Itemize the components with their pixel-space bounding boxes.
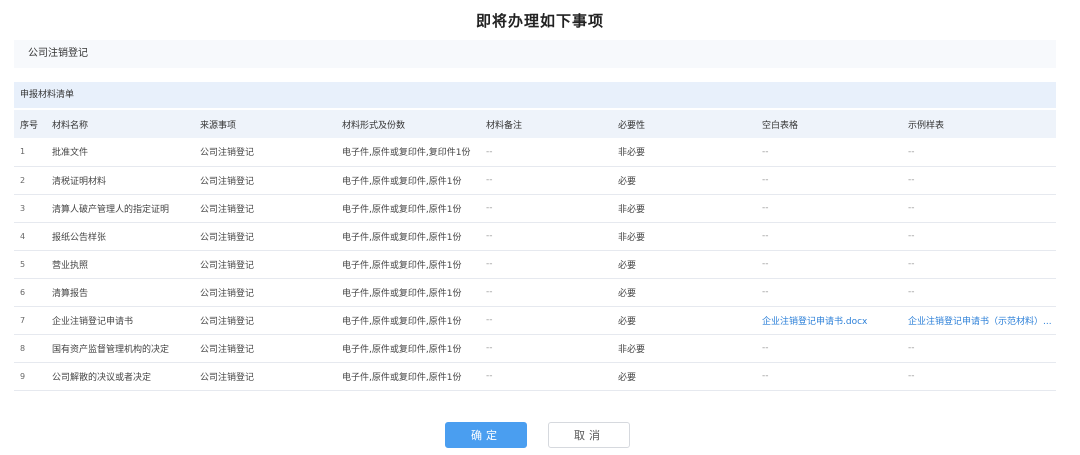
cell-necessity: 非必要	[618, 344, 646, 355]
cell-necessity: 非必要	[618, 204, 646, 215]
cell-material-name: 国有资产监督管理机构的决定	[52, 344, 170, 355]
cell-form: 电子件,原件或复印件,原件1份	[342, 260, 462, 271]
cell-index: 5	[20, 259, 26, 269]
cell-form: 电子件,原件或复印件,原件1份	[342, 204, 462, 215]
table-row: 7 企业注销登记申请书 公司注销登记 电子件,原件或复印件,原件1份 -- 必要 企业注销登…	[14, 306, 1056, 334]
cell-sample: --	[908, 203, 915, 213]
cell-blank-form: --	[762, 146, 769, 157]
column-header-source: 来源事项	[200, 120, 237, 131]
column-header-necessity: 必要性	[618, 120, 646, 131]
cell-source: 公司注销登记	[200, 344, 255, 355]
cell-form: 电子件,原件或复印件,原件1份	[342, 344, 462, 355]
cell-blank-form: --	[762, 287, 769, 297]
cell-form: 电子件,原件或复印件,原件1份	[342, 176, 462, 187]
cell-blank-form-link[interactable]: 企业注销登记申请书.docx	[756, 306, 902, 334]
cell-note: --	[486, 146, 493, 157]
cell-form: 电子件,原件或复印件,原件1份	[342, 288, 462, 299]
cell-necessity: 必要	[618, 260, 637, 271]
cell-source: 公司注销登记	[200, 260, 255, 271]
cell-sample: --	[908, 371, 915, 381]
cell-material-name: 清算人破产管理人的指定证明	[52, 204, 170, 215]
cell-source: 公司注销登记	[200, 372, 255, 383]
cell-index: 3	[20, 203, 26, 213]
cell-sample: --	[908, 175, 915, 185]
cell-source: 公司注销登记	[200, 176, 255, 187]
dialog-title: 即将办理如下事项	[475, 12, 604, 30]
column-header-index: 序号	[20, 120, 39, 131]
cell-index: 4	[20, 231, 26, 241]
cell-material-name: 清税证明材料	[52, 176, 107, 187]
cell-note: --	[486, 287, 493, 297]
cell-sample: --	[908, 343, 915, 353]
column-header-note: 材料备注	[486, 120, 523, 131]
cell-form: 电子件,原件或复印件,原件1份	[342, 372, 462, 383]
cell-material-name: 公司解散的决议或者决定	[52, 372, 152, 383]
table-row: 6 清算报告 公司注销登记 电子件,原件或复印件,原件1份 -- 必要 -- --	[14, 278, 1056, 306]
cell-necessity: 必要	[618, 372, 637, 383]
cell-index: 6	[20, 287, 26, 297]
cell-note: --	[486, 371, 493, 381]
column-header-form: 材料形式及份数	[342, 120, 406, 131]
table-row: 4 报纸公告样张 公司注销登记 电子件,原件或复印件,原件1份 -- 非必要 -- --	[14, 222, 1056, 250]
table-row: 9 公司解散的决议或者决定 公司注销登记 电子件,原件或复印件,原件1份 -- 必要 -- -…	[14, 362, 1056, 390]
cell-sample: --	[908, 146, 915, 157]
materials-table: 序号 材料名称 来源事项 材料形式及份数 材料备注 必要性 空白表格 示例样表 …	[14, 110, 1056, 391]
cell-note: --	[486, 175, 493, 185]
cell-blank-form: --	[762, 203, 769, 213]
section-title: 申报材料清单	[20, 90, 75, 100]
cell-blank-form: --	[762, 343, 769, 353]
cell-index: 9	[20, 371, 26, 381]
cell-material-name: 营业执照	[52, 260, 89, 271]
cell-sample: --	[908, 287, 915, 297]
cell-material-name: 报纸公告样张	[52, 232, 107, 243]
cell-sample: --	[908, 231, 915, 241]
cell-source: 公司注销登记	[200, 148, 255, 159]
cell-necessity: 必要	[618, 176, 637, 187]
cell-necessity: 必要	[618, 288, 637, 299]
cell-blank-form: --	[762, 231, 769, 241]
cell-form: 电子件,原件或复印件,复印件1份	[342, 148, 471, 159]
cell-blank-form: --	[762, 259, 769, 269]
cell-material-name: 企业注销登记申请书	[52, 316, 134, 327]
cancel-button[interactable]: 取消	[548, 422, 630, 448]
cell-form: 电子件,原件或复印件,原件1份	[342, 316, 462, 327]
column-header-blank-form: 空白表格	[762, 120, 799, 131]
cell-necessity: 非必要	[618, 232, 646, 243]
cell-blank-form: --	[762, 175, 769, 185]
table-row: 5 营业执照 公司注销登记 电子件,原件或复印件,原件1份 -- 必要 -- --	[14, 250, 1056, 278]
cell-source: 公司注销登记	[200, 232, 255, 243]
cell-note: --	[486, 315, 493, 325]
cell-note: --	[486, 231, 493, 241]
table-header-row: 序号 材料名称 来源事项 材料形式及份数 材料备注 必要性 空白表格 示例样表	[14, 110, 1056, 138]
column-header-sample: 示例样表	[908, 120, 945, 131]
cell-necessity: 必要	[618, 316, 637, 327]
table-row: 1 批准文件 公司注销登记 电子件,原件或复印件,复印件1份 -- 非必要 -- --	[14, 138, 1056, 166]
cell-sample: --	[908, 259, 915, 269]
table-row: 8 国有资产监督管理机构的决定 公司注销登记 电子件,原件或复印件,原件1份 -- 非必要…	[14, 334, 1056, 362]
cell-necessity: 非必要	[618, 148, 646, 159]
matter-name: 公司注销登记	[28, 48, 88, 59]
cell-material-name: 清算报告	[52, 288, 89, 299]
cell-index: 8	[20, 343, 26, 353]
cell-material-name: 批准文件	[52, 148, 89, 159]
cell-note: --	[486, 259, 493, 269]
cell-source: 公司注销登记	[200, 204, 255, 215]
table-row: 3 清算人破产管理人的指定证明 公司注销登记 电子件,原件或复印件,原件1份 -- 非必要…	[14, 194, 1056, 222]
cell-note: --	[486, 343, 493, 353]
cell-source: 公司注销登记	[200, 316, 255, 327]
cell-source: 公司注销登记	[200, 288, 255, 299]
cell-index: 1	[20, 147, 26, 157]
cell-form: 电子件,原件或复印件,原件1份	[342, 232, 462, 243]
section-title-bar: 申报材料清单	[14, 82, 1056, 108]
cell-blank-form: --	[762, 371, 769, 381]
cell-note: --	[486, 203, 493, 213]
column-header-name: 材料名称	[52, 120, 89, 131]
confirm-button[interactable]: 确定	[445, 422, 527, 448]
matter-name-box: 公司注销登记	[14, 40, 1056, 68]
cell-index: 7	[20, 315, 26, 325]
cell-sample-link[interactable]: 企业注销登记申请书（示范材料）...	[902, 306, 1056, 334]
cell-index: 2	[20, 175, 26, 185]
table-row: 2 清税证明材料 公司注销登记 电子件,原件或复印件,原件1份 -- 必要 -- --	[14, 166, 1056, 194]
